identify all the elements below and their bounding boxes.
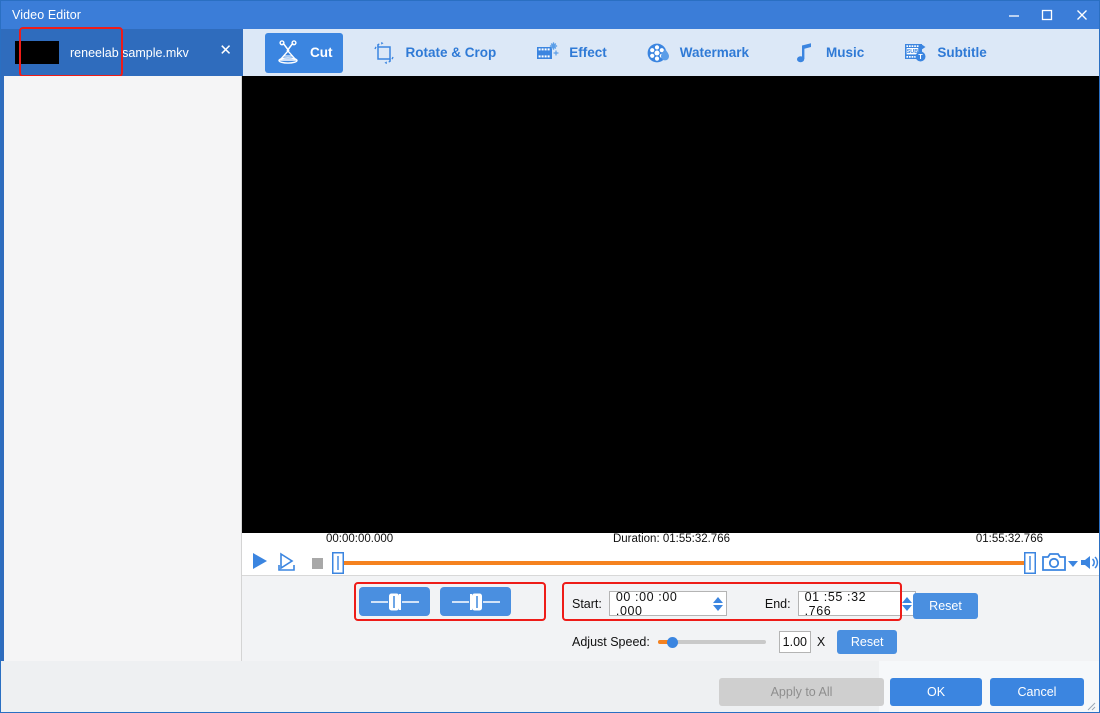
trim-end-handle[interactable] xyxy=(1023,551,1037,575)
subtitle-film-icon: SUB T xyxy=(902,40,928,66)
timeline-duration: Duration: 01:55:32.766 xyxy=(612,533,730,545)
speed-unit-label: X xyxy=(816,635,826,649)
tab-rotate-crop-label: Rotate & Crop xyxy=(405,45,497,60)
start-time-value: 00 :00 :00 .000 xyxy=(615,589,678,618)
file-tab[interactable]: reneelab sample.mkv ✕ xyxy=(1,29,243,76)
apply-to-all-button[interactable]: Apply to All xyxy=(719,678,884,706)
end-time-value: 01 :55 :32 .766 xyxy=(804,589,867,618)
play-frame-icon[interactable] xyxy=(277,552,299,577)
set-start-marker-icon[interactable] xyxy=(359,587,430,616)
start-time-stepper[interactable] xyxy=(712,596,723,611)
speed-slider-knob[interactable] xyxy=(666,637,678,648)
speed-value-field[interactable]: 1.00 xyxy=(778,631,811,653)
end-time-field[interactable]: 01 :55 :32 .766 xyxy=(797,589,916,618)
chevron-up-icon[interactable] xyxy=(901,596,912,603)
tab-watermark[interactable]: Watermark xyxy=(635,33,759,73)
resize-grip[interactable] xyxy=(1084,698,1096,711)
window-title: Video Editor xyxy=(12,8,82,22)
reset-speed-button[interactable]: Reset xyxy=(837,630,898,654)
tab-cut[interactable]: Cut xyxy=(265,32,343,73)
film-reel-droplet-icon xyxy=(645,40,671,66)
tool-tabs: Cut Rotate & Crop Effect Watermark Music… xyxy=(243,29,997,76)
start-label: Start: xyxy=(572,596,602,611)
scissors-icon xyxy=(275,39,301,66)
tab-music-label: Music xyxy=(826,45,865,60)
chevron-down-icon[interactable] xyxy=(1068,561,1078,567)
end-time-stepper[interactable] xyxy=(901,596,912,611)
cancel-button[interactable]: Cancel xyxy=(990,678,1084,706)
tab-cut-label: Cut xyxy=(310,45,333,60)
play-icon[interactable] xyxy=(251,551,269,576)
maximize-icon[interactable] xyxy=(1030,1,1063,29)
music-note-icon xyxy=(791,40,817,66)
close-icon[interactable]: ✕ xyxy=(219,43,232,58)
end-label: End: xyxy=(764,596,791,611)
title-bar: Video Editor xyxy=(1,1,1099,29)
film-sparkle-icon xyxy=(534,40,560,66)
timeline-bar: 00:00:00.000 Duration: 01:55:32.766 01:5… xyxy=(242,533,1099,577)
trim-marker-buttons xyxy=(359,587,511,616)
tab-rotate-crop[interactable]: Rotate & Crop xyxy=(361,33,507,73)
video-thumbnail xyxy=(15,41,59,64)
playback-controls xyxy=(242,550,1099,577)
stop-icon[interactable] xyxy=(312,558,323,569)
video-editor-window: Video Editor reneelab sample.mkv ✕ Cut R… xyxy=(0,0,1100,713)
cut-controls-panel: Start: 00 :00 :00 .000 End: 01 :55 :32 .… xyxy=(242,576,1099,661)
svg-text:T: T xyxy=(919,54,924,61)
ok-button[interactable]: OK xyxy=(890,678,982,706)
set-end-marker-icon[interactable] xyxy=(440,587,511,616)
timeline-track[interactable] xyxy=(340,561,1030,565)
tab-music[interactable]: Music xyxy=(781,33,874,73)
tab-watermark-label: Watermark xyxy=(679,45,750,60)
chevron-up-icon[interactable] xyxy=(712,596,723,603)
speed-slider[interactable] xyxy=(657,635,766,649)
adjust-speed-row: Adjust Speed: 1.00 X Reset xyxy=(572,630,898,654)
chevron-down-icon[interactable] xyxy=(901,604,912,611)
chevron-down-icon[interactable] xyxy=(712,604,723,611)
file-list-panel[interactable] xyxy=(1,76,242,661)
camera-icon[interactable] xyxy=(1042,552,1066,577)
minimize-icon[interactable] xyxy=(997,1,1030,29)
trim-range-fields: Start: 00 :00 :00 .000 End: 01 :55 :32 .… xyxy=(572,589,916,618)
trim-start-handle[interactable] xyxy=(331,551,345,575)
volume-icon[interactable] xyxy=(1080,553,1099,577)
toolbar-strip: reneelab sample.mkv ✕ Cut Rotate & Crop … xyxy=(1,27,1099,77)
tab-subtitle-label: Subtitle xyxy=(937,45,987,60)
tab-effect-label: Effect xyxy=(569,45,607,60)
tab-effect[interactable]: Effect xyxy=(524,33,617,73)
start-time-field[interactable]: 00 :00 :00 .000 xyxy=(608,589,727,618)
reset-trim-button[interactable]: Reset xyxy=(913,593,978,619)
video-preview-stage[interactable] xyxy=(242,76,1099,533)
timeline-end-time: 01:55:32.766 xyxy=(975,533,1043,545)
rotate-crop-icon xyxy=(371,40,397,66)
window-controls xyxy=(997,1,1099,29)
close-icon[interactable] xyxy=(1063,1,1099,29)
file-tab-label: reneelab sample.mkv xyxy=(70,45,189,60)
tab-subtitle[interactable]: SUB T Subtitle xyxy=(892,33,997,73)
adjust-speed-label: Adjust Speed: xyxy=(572,635,650,649)
